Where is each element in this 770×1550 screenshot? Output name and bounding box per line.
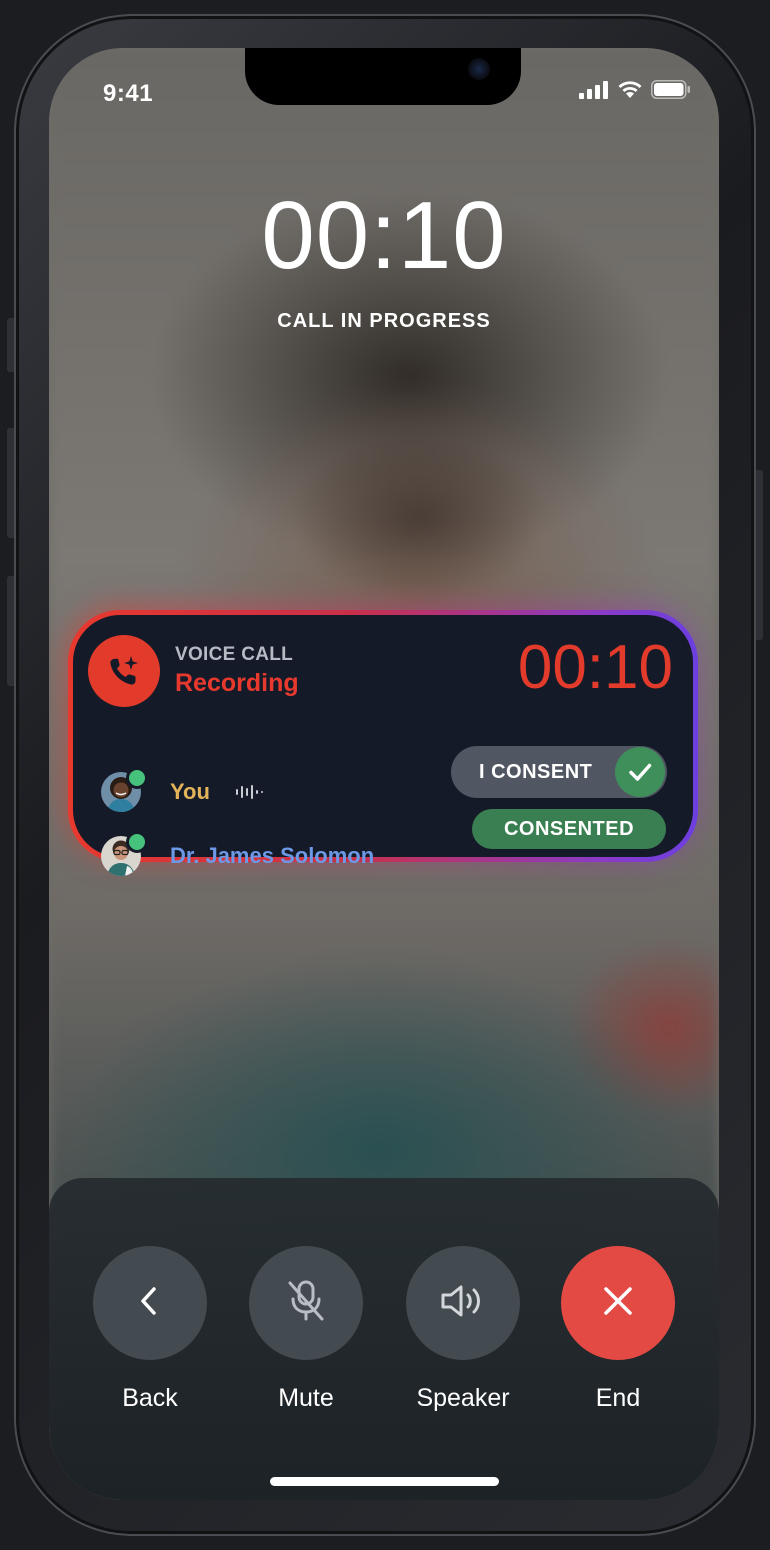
participant-row-you: You <box>101 767 264 812</box>
front-camera <box>468 58 490 80</box>
notch <box>245 48 521 105</box>
back-control: Back <box>92 1246 208 1413</box>
speaker-button[interactable] <box>406 1246 520 1360</box>
volume-down-button <box>7 576 14 686</box>
call-status: CALL IN PROGRESS <box>277 310 491 332</box>
volume-up-button <box>7 428 14 538</box>
recording-card: VOICE CALL Recording 00:10 You I CONSENT… <box>73 615 693 876</box>
checkmark-icon <box>615 747 665 797</box>
silent-switch <box>7 318 14 372</box>
online-indicator <box>126 831 148 853</box>
recording-timer: 00:10 <box>517 633 673 702</box>
chevron-left-icon <box>135 1283 165 1324</box>
participant-row-doctor: Dr. James Solomon <box>101 831 375 876</box>
participant-name-doctor: Dr. James Solomon <box>170 843 375 868</box>
speaker-icon <box>438 1281 488 1326</box>
end-label: End <box>595 1384 641 1412</box>
speaker-control: Speaker <box>405 1246 521 1413</box>
cellular-signal-icon <box>579 80 609 104</box>
wifi-icon <box>617 80 643 104</box>
back-label: Back <box>122 1384 178 1412</box>
status-bar-icons <box>579 80 691 104</box>
recording-status: Recording <box>175 669 299 697</box>
close-icon <box>600 1283 636 1324</box>
status-bar-time: 9:41 <box>103 80 154 107</box>
mic-off-icon <box>284 1277 328 1330</box>
mute-label: Mute <box>278 1384 334 1412</box>
online-indicator <box>126 767 148 789</box>
mute-control: Mute <box>248 1246 364 1413</box>
back-button[interactable] <box>93 1246 207 1360</box>
consent-button-label: I CONSENT <box>479 761 593 783</box>
phone-sparkle-icon <box>88 635 160 707</box>
battery-icon <box>651 80 691 104</box>
home-indicator[interactable] <box>270 1477 499 1486</box>
end-call-button[interactable] <box>561 1246 675 1360</box>
call-type-label: VOICE CALL <box>175 644 294 665</box>
call-timer: 00:10 <box>261 182 507 289</box>
avatar-you <box>101 767 148 812</box>
mute-button[interactable] <box>249 1246 363 1360</box>
call-controls-panel: Back Mute Speaker End <box>49 1178 719 1500</box>
avatar-doctor <box>101 831 148 876</box>
power-button <box>756 470 763 640</box>
participant-name-you: You <box>170 779 210 804</box>
speaker-label: Speaker <box>416 1384 510 1412</box>
waveform-icon <box>235 784 264 800</box>
end-control: End <box>560 1246 676 1413</box>
consent-button[interactable]: I CONSENT <box>451 746 667 798</box>
consented-badge: CONSENTED <box>472 809 666 849</box>
phone-screen: 9:41 00:10 CALL IN PROGRESS VOICE CALL R… <box>49 48 719 1500</box>
